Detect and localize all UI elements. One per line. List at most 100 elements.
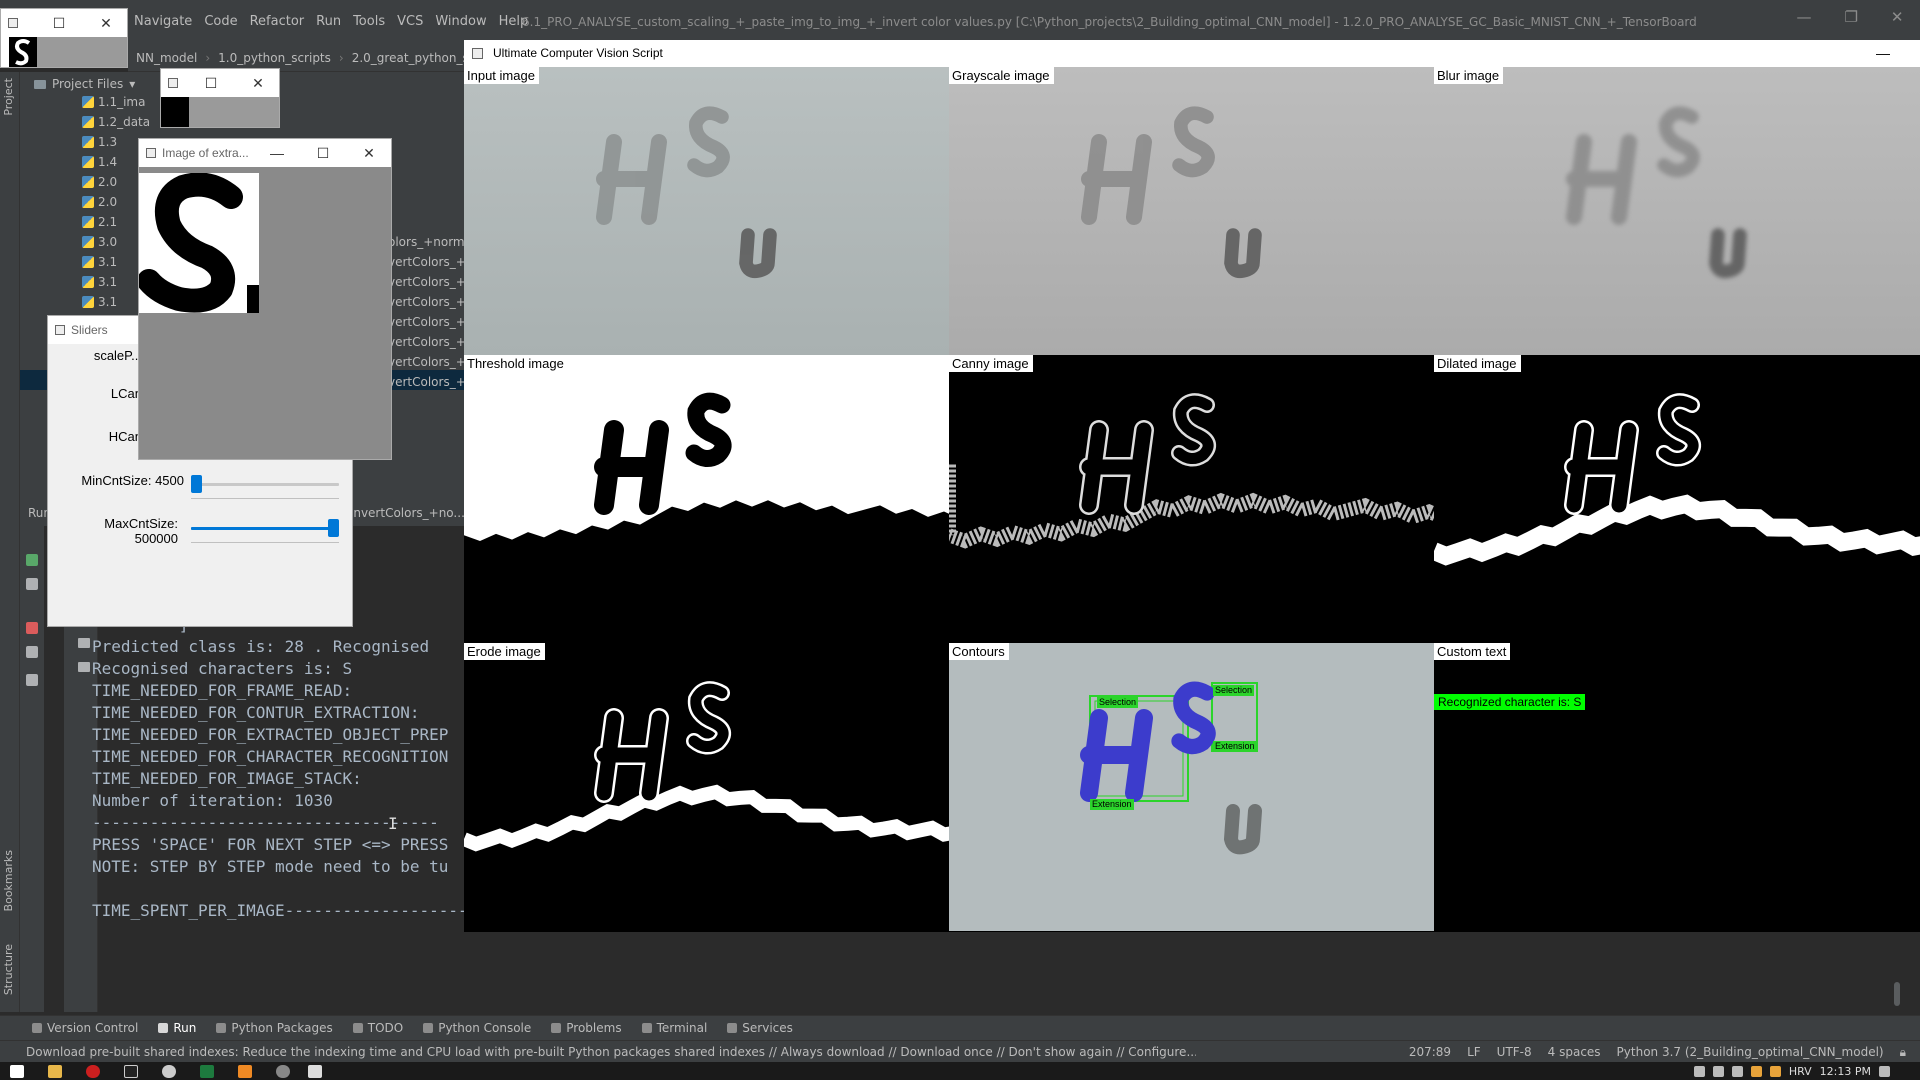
start-icon[interactable] bbox=[10, 1065, 24, 1078]
project-tree-item[interactable]: 2.0 bbox=[82, 192, 117, 212]
opera-icon[interactable] bbox=[86, 1065, 100, 1078]
cell-label: Erode image bbox=[464, 643, 545, 660]
min-cnt-slider[interactable] bbox=[191, 475, 339, 493]
slider-handle[interactable] bbox=[191, 475, 202, 493]
play-icon bbox=[158, 1023, 169, 1033]
tiny-cv-window: ☐ ✕ bbox=[0, 8, 128, 68]
clock[interactable]: 12:13 PM bbox=[1820, 1065, 1871, 1078]
restore-button[interactable]: ❐ bbox=[1844, 8, 1857, 36]
project-tree-item[interactable]: vertColors_+r bbox=[388, 272, 464, 292]
project-tree-item[interactable]: 2.0 bbox=[82, 172, 117, 192]
maximize-button[interactable]: ☐ bbox=[44, 9, 74, 37]
folder-icon bbox=[34, 79, 46, 89]
project-tree-item[interactable]: vertColors_+r bbox=[388, 372, 464, 392]
indent[interactable]: 4 spaces bbox=[1548, 1041, 1601, 1063]
tray-app-icon[interactable] bbox=[1769, 1065, 1781, 1077]
python-file-icon bbox=[82, 156, 94, 168]
project-tree-item[interactable]: 1.1_ima bbox=[82, 92, 145, 112]
stop-icon[interactable] bbox=[26, 622, 38, 634]
cell-canvas bbox=[464, 355, 976, 643]
project-tree-item[interactable]: 3.1 bbox=[82, 252, 117, 272]
menu-navigate[interactable]: Navigate bbox=[128, 12, 198, 32]
tab-run[interactable]: Run bbox=[158, 1021, 196, 1035]
minimize-button[interactable]: — bbox=[262, 139, 292, 167]
chevron-down-icon[interactable]: ▾ bbox=[129, 77, 135, 91]
language-indicator[interactable]: HRV bbox=[1789, 1065, 1812, 1078]
layout-icon[interactable] bbox=[26, 646, 38, 658]
line-separator[interactable]: LF bbox=[1467, 1041, 1481, 1063]
file-explorer-icon[interactable] bbox=[48, 1065, 62, 1078]
project-tree-item[interactable]: 3.1 bbox=[82, 272, 117, 292]
tab-version-control[interactable]: Version Control bbox=[32, 1021, 138, 1035]
tab-python-packages[interactable]: Python Packages bbox=[216, 1021, 333, 1035]
structure-tool-tab[interactable]: Structure bbox=[2, 944, 15, 995]
project-tree-item[interactable]: vertColors_+r bbox=[388, 332, 464, 352]
trash-icon[interactable] bbox=[78, 662, 90, 672]
breadcrumb-item[interactable]: NN_model bbox=[128, 51, 205, 65]
project-tool-tab[interactable]: Project bbox=[2, 78, 15, 116]
project-tree-item[interactable]: 1.2_data bbox=[82, 112, 150, 132]
tab-services[interactable]: Services bbox=[727, 1021, 793, 1035]
project-tree-item[interactable]: olors_+norma bbox=[388, 232, 464, 252]
interpreter[interactable]: Python 3.7 (2_Building_optimal_CNN_model… bbox=[1617, 1041, 1884, 1063]
menu-window[interactable]: Window bbox=[429, 12, 492, 32]
status-message[interactable]: Download pre-built shared indexes: Reduc… bbox=[26, 1041, 1196, 1063]
minimize-button[interactable]: — bbox=[1796, 8, 1811, 36]
volume-icon[interactable] bbox=[1731, 1065, 1743, 1077]
tab-todo[interactable]: TODO bbox=[352, 1021, 403, 1035]
project-tree-item[interactable]: 1.3 bbox=[82, 132, 117, 152]
menu-run[interactable]: Run bbox=[310, 12, 347, 32]
close-button[interactable]: ✕ bbox=[1891, 8, 1904, 36]
close-button[interactable]: ✕ bbox=[354, 139, 384, 167]
wrench-icon[interactable] bbox=[26, 578, 38, 590]
notifications-icon[interactable] bbox=[1879, 1065, 1890, 1077]
project-tree-item[interactable]: 3.0 bbox=[82, 232, 117, 252]
bookmarks-tool-tab[interactable]: Bookmarks bbox=[2, 850, 15, 911]
caret-position[interactable]: 207:89 bbox=[1409, 1041, 1451, 1063]
project-tree-item[interactable]: 2.1 bbox=[82, 212, 117, 232]
breadcrumb-item[interactable]: 2.0_great_python_scripts bbox=[344, 51, 464, 65]
info-icon bbox=[551, 1023, 562, 1033]
pin-icon[interactable] bbox=[26, 674, 38, 686]
project-tree-item[interactable]: 1.4 bbox=[82, 152, 117, 172]
background bbox=[1434, 643, 1920, 931]
lock-icon[interactable]: 🔒︎ bbox=[1900, 1041, 1906, 1063]
chevron-up-icon[interactable] bbox=[1693, 1065, 1705, 1077]
excel-icon[interactable] bbox=[200, 1065, 214, 1078]
menu-refactor[interactable]: Refactor bbox=[244, 12, 311, 32]
app-icon[interactable] bbox=[276, 1065, 290, 1078]
maximize-button[interactable]: ☐ bbox=[308, 139, 338, 167]
tab-problems[interactable]: Problems bbox=[551, 1021, 622, 1035]
max-cnt-slider[interactable] bbox=[191, 519, 339, 537]
close-button[interactable]: ✕ bbox=[243, 69, 273, 97]
project-tree-item[interactable]: vertColors_+r bbox=[388, 312, 464, 332]
slider-value-max-cnt: 500000 bbox=[134, 531, 178, 546]
cell-label: Input image bbox=[464, 67, 539, 84]
menu-vcs[interactable]: VCS bbox=[391, 12, 429, 32]
slider-handle[interactable] bbox=[328, 519, 339, 537]
settings-icon[interactable] bbox=[162, 1065, 176, 1078]
close-button[interactable]: ✕ bbox=[91, 9, 121, 37]
project-tree-item[interactable]: vertColors_+r bbox=[388, 292, 464, 312]
tray-app-icon[interactable] bbox=[1750, 1065, 1762, 1077]
menu-code[interactable]: Code bbox=[198, 12, 243, 32]
tab-terminal[interactable]: Terminal bbox=[641, 1021, 707, 1035]
project-tree-item[interactable]: vertColors_+r bbox=[388, 252, 464, 272]
project-tree-item[interactable]: vertColors_+r bbox=[388, 352, 464, 372]
project-tree-item[interactable]: 3.1 bbox=[82, 292, 117, 312]
tree-item-label: 1.3 bbox=[98, 135, 118, 149]
encoding[interactable]: UTF-8 bbox=[1497, 1041, 1532, 1063]
breadcrumb-item[interactable]: 1.0_python_scripts bbox=[210, 51, 339, 65]
maximize-button[interactable]: ☐ bbox=[196, 69, 226, 97]
minimize-button[interactable]: — bbox=[1876, 40, 1890, 67]
window-icon[interactable] bbox=[308, 1065, 322, 1078]
vlc-icon[interactable] bbox=[238, 1065, 252, 1078]
tab-python-console[interactable]: Python Console bbox=[423, 1021, 531, 1035]
menu-tools[interactable]: Tools bbox=[347, 12, 391, 32]
project-view-selector[interactable]: Project Files bbox=[52, 77, 123, 91]
console-scrollbar[interactable] bbox=[1894, 982, 1900, 1006]
network-icon[interactable] bbox=[1712, 1065, 1724, 1077]
print-icon[interactable] bbox=[78, 638, 90, 648]
rerun-icon[interactable] bbox=[26, 554, 38, 566]
pycharm-icon[interactable] bbox=[124, 1065, 138, 1078]
